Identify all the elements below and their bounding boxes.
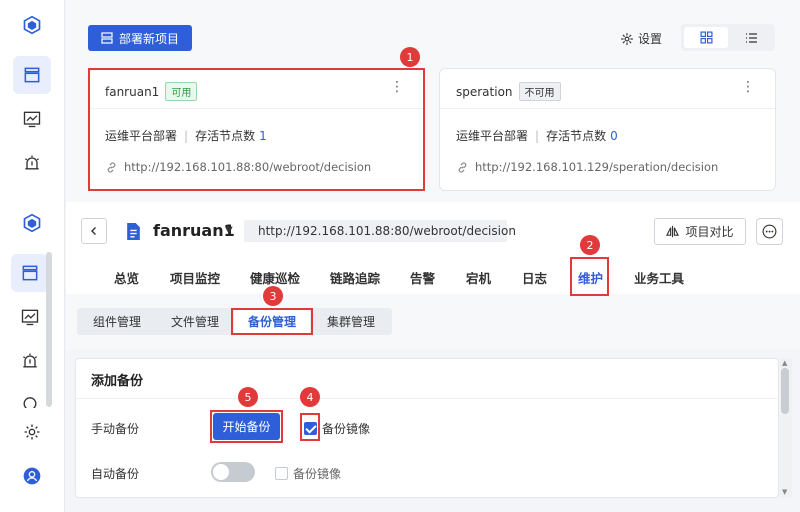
highlight-box-3 xyxy=(231,308,313,335)
auto-mirror-checkbox[interactable]: 备份镜像 xyxy=(275,465,341,482)
projects-icon[interactable] xyxy=(13,56,51,94)
card-title: speration xyxy=(456,84,513,99)
alarm-icon[interactable] xyxy=(11,342,49,380)
platform-label: 运维平台部署 xyxy=(456,129,529,143)
link-icon xyxy=(458,161,467,173)
partial-menu-icon[interactable] xyxy=(11,392,49,408)
tab-trace[interactable]: 链路追踪 xyxy=(330,268,380,287)
caret-down-icon[interactable]: ▼ xyxy=(225,225,233,236)
nodes-count: 0 xyxy=(610,128,618,143)
more-options-button[interactable] xyxy=(756,218,783,245)
sidebar-bottom xyxy=(0,202,65,512)
checkbox-unchecked-icon[interactable] xyxy=(275,467,288,480)
project-url-chip[interactable]: http://192.168.101.88:80/webroot/decisio… xyxy=(244,220,516,242)
subtab-file[interactable]: 文件管理 xyxy=(158,308,232,335)
projects-icon[interactable] xyxy=(11,254,49,292)
marker-2: 2 xyxy=(580,235,600,255)
card-url[interactable]: http://192.168.101.129/speration/decisio… xyxy=(475,160,718,174)
tab-overview[interactable]: 总览 xyxy=(114,268,139,287)
highlight-box-5 xyxy=(210,410,283,443)
list-icon xyxy=(745,32,757,43)
compare-label: 项目对比 xyxy=(685,225,734,239)
highlight-box-1 xyxy=(88,68,425,191)
tab-project-monitor[interactable]: 项目监控 xyxy=(170,268,220,287)
tab-log[interactable]: 日志 xyxy=(522,268,547,287)
auto-mirror-label: 备份镜像 xyxy=(293,467,342,481)
deploy-new-project-button[interactable]: 部署新项目 xyxy=(88,25,192,51)
marker-3: 3 xyxy=(263,286,283,306)
auto-backup-label: 自动备份 xyxy=(91,467,140,481)
mirror-label: 备份镜像 xyxy=(322,422,371,436)
toggle-knob xyxy=(213,464,229,480)
scroll-up-icon[interactable]: ▲ xyxy=(782,359,787,367)
more-vertical-icon[interactable]: ⋮ xyxy=(741,80,755,94)
gear-icon[interactable] xyxy=(13,413,51,451)
tab-health-check[interactable]: 健康巡检 xyxy=(250,268,300,287)
logo-cube-icon xyxy=(13,204,51,242)
marker-4: 4 xyxy=(300,387,320,407)
auto-backup-toggle[interactable] xyxy=(211,462,255,482)
manual-backup-label: 手动备份 xyxy=(91,422,140,436)
section-title: 添加备份 xyxy=(91,374,144,389)
tab-downtime[interactable]: 宕机 xyxy=(466,268,491,287)
logo-cube-icon xyxy=(13,6,51,44)
compare-icon xyxy=(666,225,680,238)
more-horizontal-icon xyxy=(762,224,777,239)
alarm-icon[interactable] xyxy=(13,144,51,182)
backup-panel xyxy=(75,358,779,498)
status-badge: 不可用 xyxy=(518,82,561,101)
settings-label: 设置 xyxy=(638,32,663,46)
sidebar-top xyxy=(0,0,65,202)
deploy-label: 部署新项目 xyxy=(118,31,179,46)
list-view-button[interactable] xyxy=(730,27,772,48)
panel-scrollbar-thumb[interactable] xyxy=(781,368,789,414)
subtab-cluster[interactable]: 集群管理 xyxy=(314,308,388,335)
back-button[interactable] xyxy=(81,218,107,244)
tab-business-tools[interactable]: 业务工具 xyxy=(634,268,684,287)
panel-divider xyxy=(76,398,778,399)
nodes-label: 存活节点数 xyxy=(546,129,607,143)
sidebar-scrollbar[interactable] xyxy=(46,252,52,407)
settings-button[interactable]: 设置 xyxy=(620,30,662,47)
highlight-box-4 xyxy=(300,413,320,441)
tab-alarm[interactable]: 告警 xyxy=(410,268,435,287)
chevron-left-icon xyxy=(91,227,96,235)
document-icon xyxy=(127,223,140,240)
project-name[interactable]: fanruan1 xyxy=(153,221,235,240)
monitor-chart-icon[interactable] xyxy=(13,100,51,138)
marker-1: 1 xyxy=(400,47,420,67)
subtab-component[interactable]: 组件管理 xyxy=(80,308,154,335)
highlight-box-2 xyxy=(570,257,609,296)
project-compare-button[interactable]: 项目对比 xyxy=(654,218,746,245)
project-card-speration[interactable]: speration 不可用 ⋮ 运维平台部署 | 存活节点数 0 http://… xyxy=(439,68,776,191)
project-url: http://192.168.101.88:80/webroot/decisio… xyxy=(258,224,516,238)
card-divider xyxy=(440,108,775,109)
scroll-down-icon[interactable]: ▼ xyxy=(782,488,787,496)
grid-view-button[interactable] xyxy=(684,27,728,48)
gear-icon xyxy=(621,32,633,45)
grid-icon xyxy=(699,31,713,44)
marker-5: 5 xyxy=(238,387,258,407)
server-icon xyxy=(101,32,113,44)
monitor-chart-icon[interactable] xyxy=(11,298,49,336)
separator: | xyxy=(535,128,540,143)
user-avatar-icon[interactable] xyxy=(13,457,51,495)
